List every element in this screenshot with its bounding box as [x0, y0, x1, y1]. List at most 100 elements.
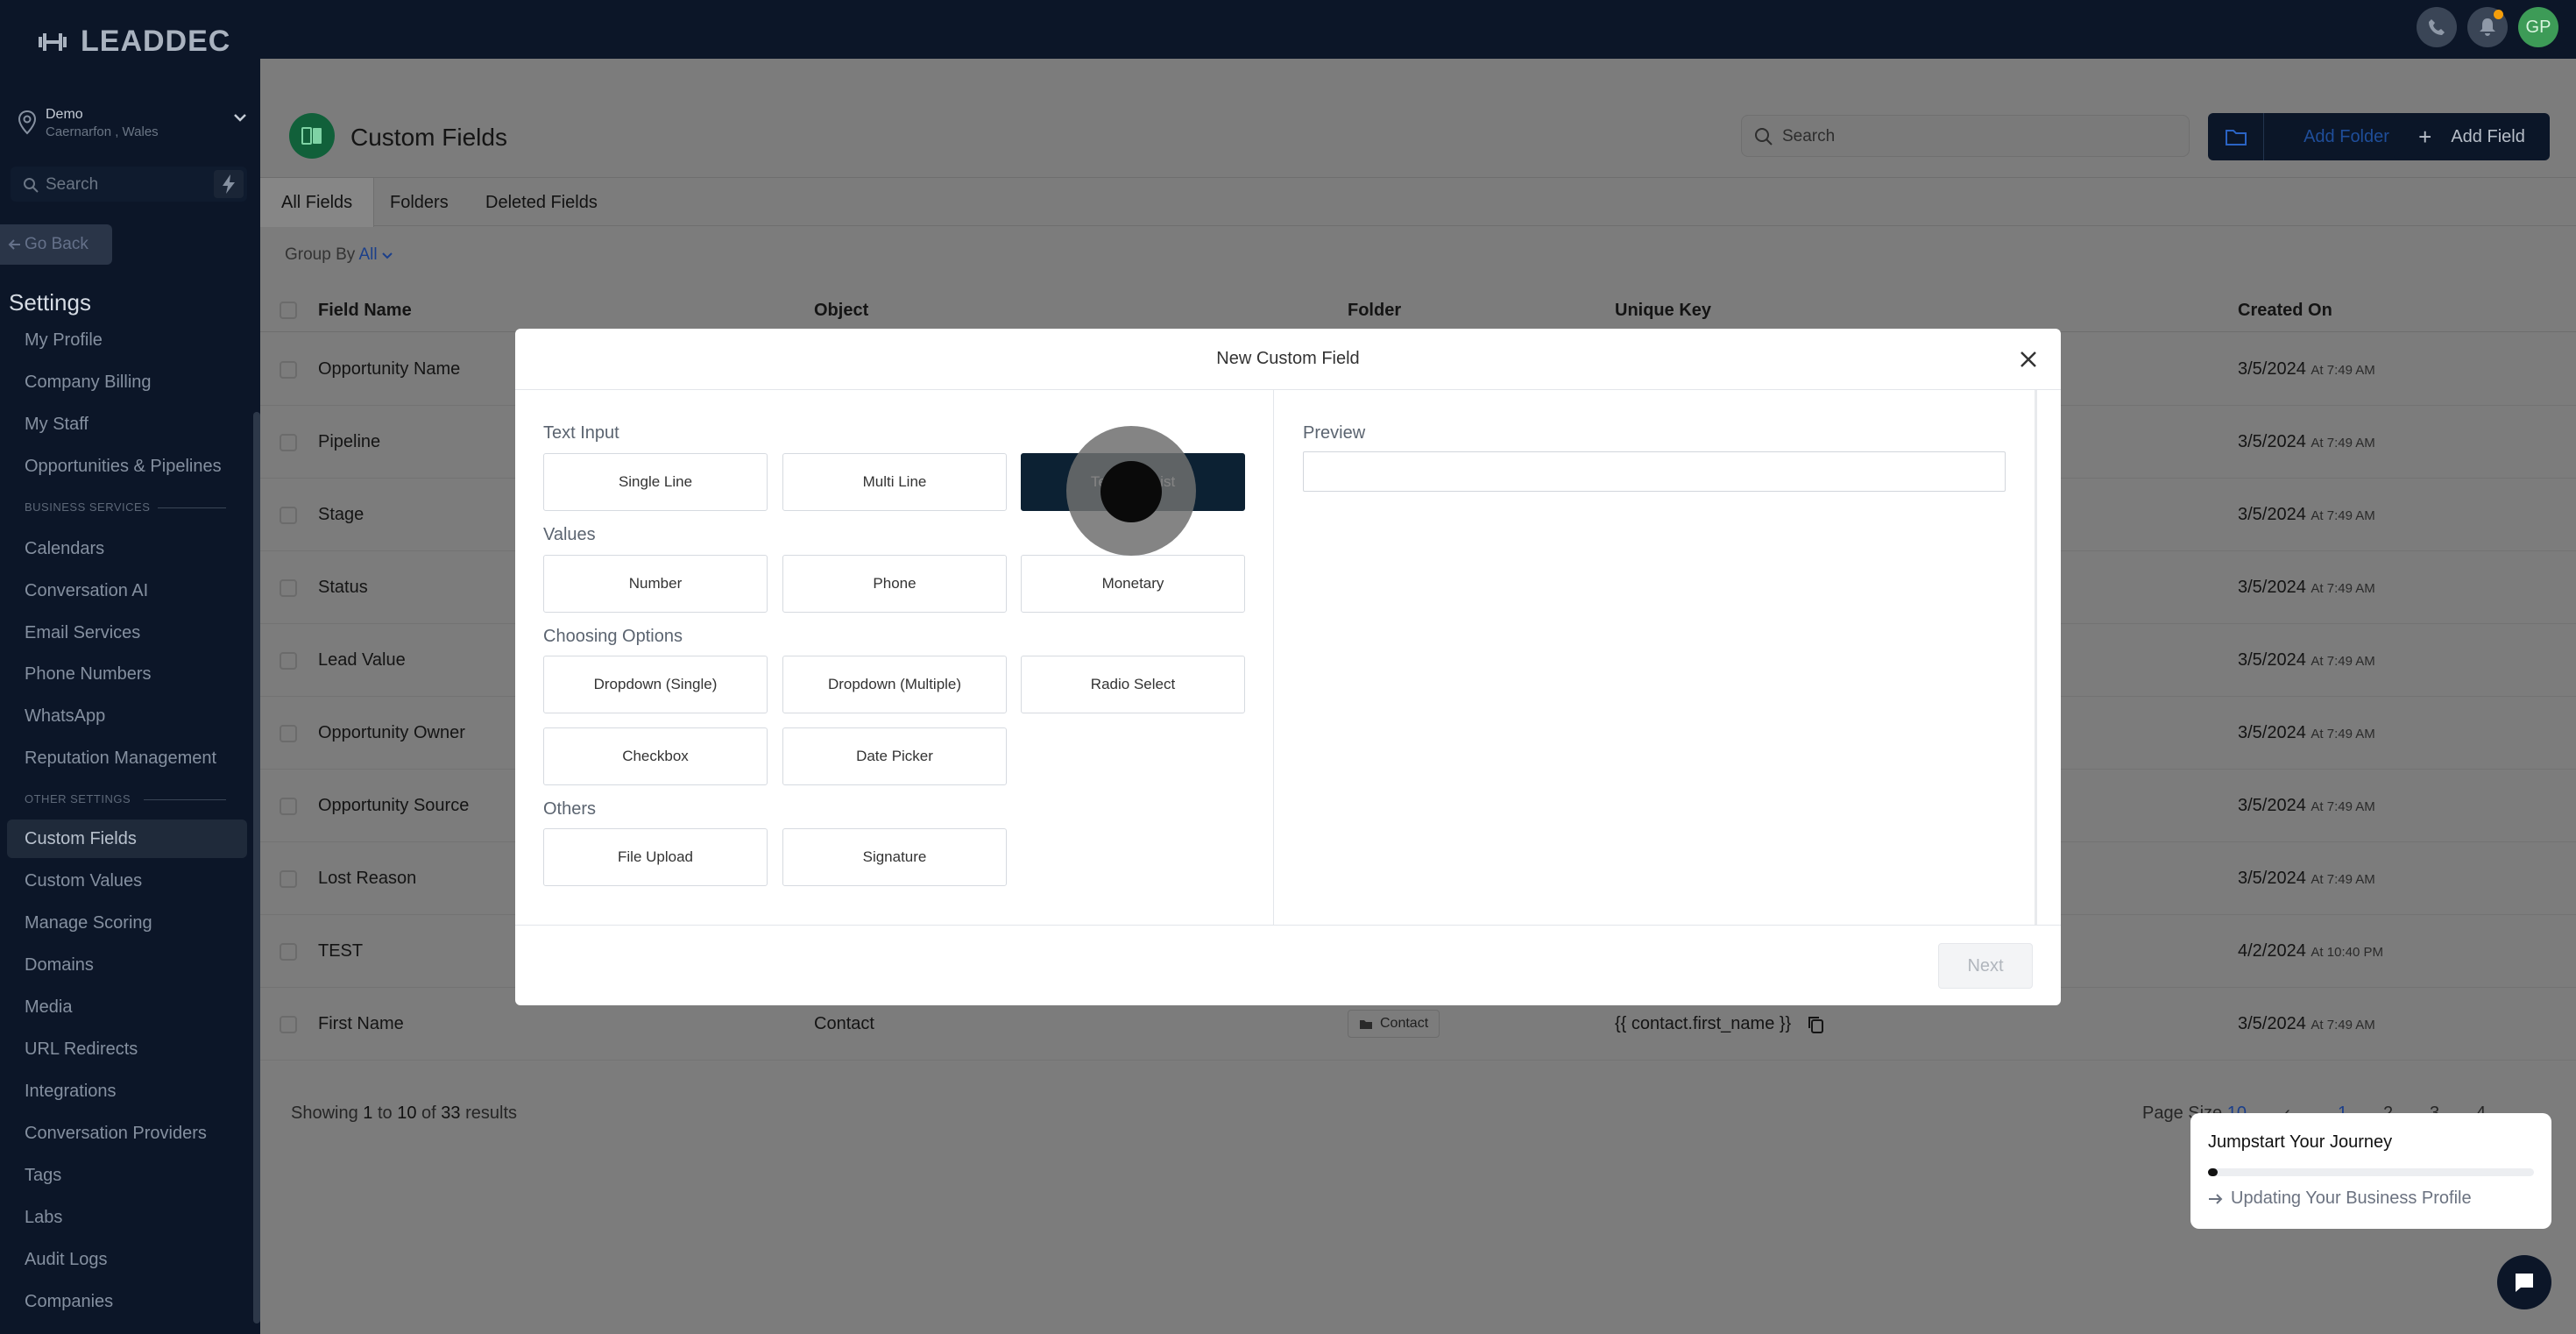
jumpstart-step[interactable]: Updating Your Business Profile — [2208, 1189, 2472, 1209]
fields-search-placeholder: Search — [1782, 127, 1836, 145]
pagination-summary: Showing 1 to 10 of 33 results — [291, 1103, 517, 1124]
sidebar-item-conversation-providers[interactable]: Conversation Providers — [7, 1114, 247, 1153]
option-dropdown-multiple[interactable]: Dropdown (Multiple) — [782, 656, 1007, 713]
sidebar-item-opportunities-pipelines[interactable]: Opportunities & Pipelines — [7, 447, 247, 486]
created-date: 3/5/2024 — [2238, 723, 2306, 742]
tab-folders[interactable]: Folders — [369, 178, 470, 227]
copy-icon[interactable] — [1807, 1015, 1824, 1034]
sidebar-item-company-billing[interactable]: Company Billing — [7, 363, 247, 401]
sidebar-item-phone-numbers[interactable]: Phone Numbers — [7, 655, 247, 693]
row-checkbox[interactable] — [280, 943, 297, 961]
option-number[interactable]: Number — [543, 555, 768, 613]
modal-header: New Custom Field — [515, 329, 2061, 390]
folder-icon — [2208, 113, 2264, 160]
option-date-picker[interactable]: Date Picker — [782, 727, 1007, 785]
sidebar-item-calendars[interactable]: Calendars — [7, 529, 247, 568]
phone-button[interactable] — [2417, 7, 2457, 47]
row-checkbox[interactable] — [280, 579, 297, 597]
group-by-select[interactable]: Group By All — [285, 245, 393, 265]
sidebar-item-custom-fields[interactable]: Custom Fields — [7, 820, 247, 858]
sidebar-item-custom-values[interactable]: Custom Values — [7, 862, 247, 900]
tab-all-fields[interactable]: All Fields — [260, 178, 375, 227]
option-checkbox[interactable]: Checkbox — [543, 727, 768, 785]
sidebar-item-whatsapp[interactable]: WhatsApp — [7, 697, 247, 735]
col-field-name[interactable]: Field Name — [318, 301, 412, 321]
add-field-button[interactable]: + Add Field — [2394, 113, 2550, 160]
fields-search-input[interactable]: Search — [1741, 115, 2190, 157]
plus-icon: + — [2418, 124, 2432, 150]
sidebar-item-my-staff[interactable]: My Staff — [7, 405, 247, 443]
option-monetary[interactable]: Monetary — [1021, 555, 1245, 613]
sidebar-item-media[interactable]: Media — [7, 988, 247, 1026]
col-unique-key[interactable]: Unique Key — [1615, 301, 1711, 321]
showing-to-word: to — [377, 1103, 393, 1123]
sidebar-item-my-profile[interactable]: My Profile — [7, 321, 247, 359]
sidebar-scrollbar[interactable] — [253, 412, 260, 1323]
option-file-upload[interactable]: File Upload — [543, 828, 768, 886]
modal-title: New Custom Field — [1216, 349, 1360, 368]
row-checkbox[interactable] — [280, 652, 297, 670]
sidebar-item-companies[interactable]: Companies — [7, 1282, 247, 1321]
folder-chip[interactable]: Contact — [1348, 1010, 1440, 1038]
created-date: 3/5/2024 — [2238, 359, 2306, 379]
location-pin-icon — [18, 110, 37, 135]
row-created-on: 3/5/2024 At 7:49 AM — [2238, 432, 2375, 452]
row-checkbox[interactable] — [280, 507, 297, 524]
lightning-icon — [223, 174, 235, 194]
sidebar-item-audit-logs[interactable]: Audit Logs — [7, 1240, 247, 1279]
section-other-settings: OTHER SETTINGS — [25, 792, 226, 805]
row-unique-key: {{ contact.first_name }} — [1615, 1014, 1792, 1033]
sidebar-item-url-redirects[interactable]: URL Redirects — [7, 1030, 247, 1068]
modal-scrollbar[interactable] — [2035, 390, 2037, 925]
row-created-on: 3/5/2024 At 7:49 AM — [2238, 650, 2375, 671]
sidebar-item-tags[interactable]: Tags — [7, 1156, 247, 1195]
row-checkbox[interactable] — [280, 434, 297, 451]
sidebar-item-email-services[interactable]: Email Services — [7, 614, 247, 652]
sidebar-item-reputation-management[interactable]: Reputation Management — [7, 739, 247, 777]
jumpstart-widget[interactable]: Jumpstart Your Journey Updating Your Bus… — [2190, 1113, 2551, 1229]
sidebar-item-labs[interactable]: Labs — [7, 1198, 247, 1237]
showing-from: 1 — [363, 1103, 373, 1123]
chat-widget-button[interactable] — [2497, 1255, 2551, 1309]
select-all-checkbox[interactable] — [280, 302, 297, 319]
tabs-bar: All Fields Folders Deleted Fields — [260, 177, 2576, 227]
quick-action-button[interactable] — [214, 170, 244, 198]
sidebar-item-integrations[interactable]: Integrations — [7, 1072, 247, 1110]
sidebar: LEADDEC Demo Caernarfon , Wales Search G… — [0, 0, 260, 1334]
row-checkbox[interactable] — [280, 798, 297, 815]
sidebar-item-manage-scoring[interactable]: Manage Scoring — [7, 904, 247, 942]
option-multi-line[interactable]: Multi Line — [782, 453, 1007, 511]
location-switcher[interactable]: Demo Caernarfon , Wales — [18, 105, 247, 140]
row-checkbox[interactable] — [280, 870, 297, 888]
col-object[interactable]: Object — [814, 301, 868, 321]
close-icon — [2020, 351, 2036, 367]
created-time: At 7:49 AM — [2311, 508, 2375, 523]
created-time: At 7:49 AM — [2311, 872, 2375, 887]
sidebar-item-conversation-ai[interactable]: Conversation AI — [7, 571, 247, 610]
option-dropdown-single[interactable]: Dropdown (Single) — [543, 656, 768, 713]
option-signature[interactable]: Signature — [782, 828, 1007, 886]
preview-field[interactable] — [1303, 451, 2006, 492]
option-single-line[interactable]: Single Line — [543, 453, 768, 511]
dumbbell-icon — [39, 32, 67, 51]
section-divider — [158, 507, 226, 508]
close-button[interactable] — [2015, 346, 2042, 373]
option-phone[interactable]: Phone — [782, 555, 1007, 613]
row-field-name: Opportunity Source — [318, 796, 470, 815]
row-checkbox[interactable] — [280, 1016, 297, 1033]
row-created-on: 3/5/2024 At 7:49 AM — [2238, 1014, 2375, 1034]
notifications-button[interactable] — [2467, 7, 2508, 47]
go-back-button[interactable]: Go Back — [0, 224, 112, 265]
next-button[interactable]: Next — [1938, 943, 2033, 989]
modal-footer: Next — [515, 925, 2061, 1005]
brand-logo[interactable]: LEADDEC — [37, 25, 230, 59]
tab-deleted-fields[interactable]: Deleted Fields — [464, 178, 619, 227]
col-created-on[interactable]: Created On — [2238, 301, 2332, 321]
option-radio-select[interactable]: Radio Select — [1021, 656, 1245, 713]
row-checkbox[interactable] — [280, 725, 297, 742]
col-folder[interactable]: Folder — [1348, 301, 1401, 321]
sidebar-item-domains[interactable]: Domains — [7, 946, 247, 984]
sidebar-search-input[interactable]: Search — [11, 167, 247, 202]
row-checkbox[interactable] — [280, 361, 297, 379]
user-avatar[interactable]: GP — [2518, 7, 2558, 47]
